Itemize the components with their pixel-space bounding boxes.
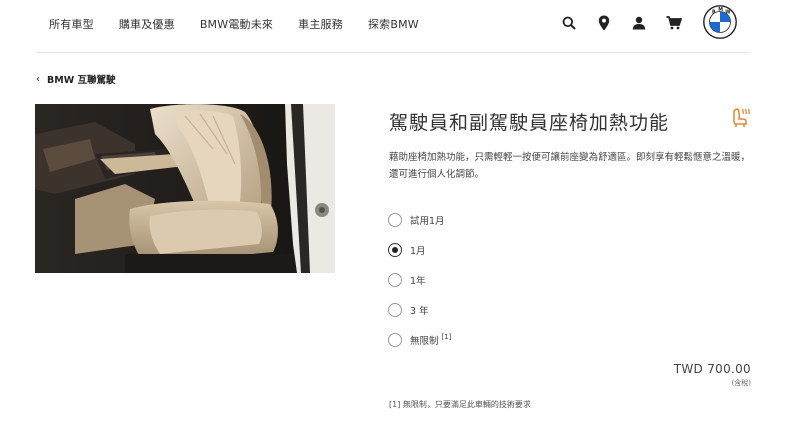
bmw-logo[interactable]: B M W — [703, 5, 737, 39]
nav-links: 所有車型 購車及優惠 BMW電動未來 車主服務 探索BMW — [49, 16, 444, 32]
svg-text:W: W — [725, 10, 731, 16]
radio-button[interactable] — [388, 303, 402, 317]
nav-divider — [36, 52, 750, 53]
radio-button[interactable] — [388, 273, 402, 287]
option-label: 3 年 — [410, 306, 429, 317]
location-pin-icon[interactable] — [595, 14, 613, 32]
back-link[interactable]: ‹ BMW 互聯駕駛 — [36, 72, 116, 87]
duration-options: 試用1月 1月 1年 3 年 無限制 [1] — [388, 205, 451, 355]
footnote: [1] 無限制，只要滿足此車輛的技術要求 — [389, 400, 531, 409]
svg-text:B: B — [712, 10, 716, 16]
option-3-years[interactable]: 3 年 — [388, 295, 451, 325]
nav-link-electric-future[interactable]: BMW電動未來 — [200, 16, 273, 32]
product-image-heated-seats — [35, 104, 335, 273]
top-navigation: 所有車型 購車及優惠 BMW電動未來 車主服務 探索BMW B M W — [0, 0, 800, 50]
radio-button-selected[interactable] — [388, 243, 402, 257]
price: TWD 700.00 — [673, 362, 751, 376]
search-icon[interactable] — [560, 14, 578, 32]
nav-link-all-models[interactable]: 所有車型 — [49, 16, 94, 32]
footnote-reference: [1] — [441, 333, 452, 341]
back-link-label: BMW 互聯駕駛 — [47, 75, 116, 86]
product-description: 藉助座椅加熱功能，只需輕輕一按便可讓前座變為舒適區。即刻享有輕鬆愜意之溫暖，還可… — [389, 152, 751, 180]
option-label: 無限制 — [410, 336, 439, 347]
cart-icon[interactable] — [665, 14, 683, 32]
chevron-left-icon: ‹ — [36, 73, 40, 85]
option-label: 1年 — [410, 276, 426, 287]
option-trial-1-month[interactable]: 試用1月 — [388, 205, 451, 235]
svg-text:M: M — [718, 7, 723, 13]
option-1-year[interactable]: 1年 — [388, 265, 451, 295]
nav-link-explore-bmw[interactable]: 探索BMW — [368, 16, 419, 32]
option-label: 1月 — [410, 246, 426, 257]
user-icon[interactable] — [630, 14, 648, 32]
radio-button[interactable] — [388, 333, 402, 347]
page-title: 駕駛員和副駕駛員座椅加熱功能 — [389, 112, 670, 134]
option-1-month[interactable]: 1月 — [388, 235, 451, 265]
nav-link-purchase-offers[interactable]: 購車及優惠 — [119, 16, 175, 32]
radio-button[interactable] — [388, 213, 402, 227]
option-unlimited[interactable]: 無限制 [1] — [388, 325, 451, 355]
nav-link-owner-services[interactable]: 車主服務 — [298, 16, 343, 32]
tax-note: (含稅) — [731, 379, 751, 387]
nav-icons — [560, 14, 700, 32]
heated-seat-icon — [729, 106, 753, 130]
option-label: 試用1月 — [410, 216, 445, 227]
